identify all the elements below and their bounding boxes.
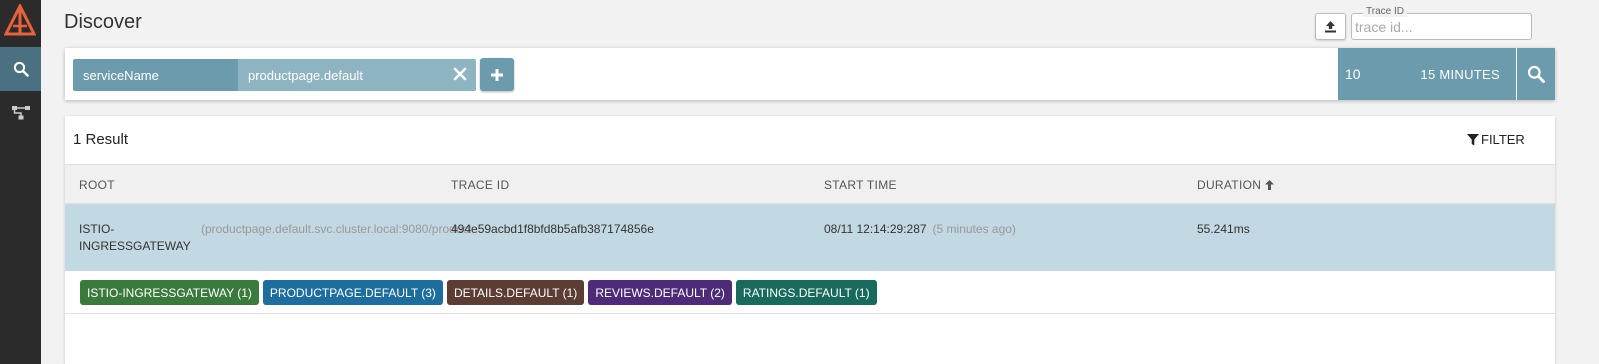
add-tag-button[interactable] [480,58,514,91]
plus-icon [491,68,503,81]
column-trace-id-label: TRACE ID [451,178,510,192]
column-trace-id[interactable]: TRACE ID [451,178,509,192]
main-content: Discover Trace ID serviceName productpag… [41,0,1599,364]
sidebar [0,0,41,364]
sidebar-item-dependencies[interactable] [0,91,41,135]
start-time-relative: (5 minutes ago) [932,222,1016,236]
filter-button[interactable]: FILTER [1467,132,1525,147]
upload-button[interactable] [1315,13,1346,40]
table-row[interactable]: ISTIO-INGRESSGATEWAY (productpage.defaul… [65,204,1555,271]
filter-label: FILTER [1481,132,1525,147]
lookback-select[interactable]: 15 MINUTES [1420,67,1500,82]
table-header: ROOT TRACE ID START TIME DURATION [65,164,1555,204]
sort-ascending-icon [1265,180,1275,190]
query-options: 10 15 MINUTES [1338,48,1516,100]
tag-value-text: productpage.default [248,68,363,83]
filter-icon [1467,133,1479,145]
trace-id-field: Trace ID [1351,6,1532,40]
service-tag[interactable]: REVIEWS.DEFAULT (2) [588,280,732,305]
results-panel: 1 Result FILTER ROOT TRACE ID START TIME… [65,116,1555,364]
column-duration[interactable]: DURATION [1197,178,1275,192]
start-time-absolute: 08/11 12:14:29:287 [824,222,927,236]
service-tag[interactable]: PRODUCTPAGE.DEFAULT (3) [262,280,443,305]
service-tag[interactable]: DETAILS.DEFAULT (1) [446,280,585,305]
root-service: ISTIO-INGRESSGATEWAY [79,222,191,253]
search-icon [1527,65,1545,83]
limit-input[interactable]: 10 [1345,66,1361,82]
duration-cell: 55.241ms [1197,222,1250,236]
tag-key[interactable]: serviceName [73,59,238,91]
upload-icon [1325,21,1336,33]
result-count: 1 Result [73,131,129,148]
search-bar: serviceName productpage.default 10 15 MI… [65,48,1555,100]
tag-value[interactable]: productpage.default [238,59,476,91]
page-title: Discover [64,11,142,33]
search-icon [13,61,29,77]
column-root-label: ROOT [79,178,115,192]
trace-id-cell[interactable]: 494e59acbd1f8bfd8b5afb387174856e [451,222,654,236]
column-duration-label: DURATION [1197,178,1262,192]
sidebar-item-search[interactable] [0,47,41,91]
trace-id-label: Trace ID [1363,6,1407,17]
service-tag[interactable]: RATINGS.DEFAULT (1) [735,280,877,305]
start-time-cell: 08/11 12:14:29:287 (5 minutes ago) [824,222,1016,236]
service-tag-list: ISTIO-INGRESSGATEWAY (1) PRODUCTPAGE.DEFA… [80,280,877,305]
app-logo[interactable] [3,2,37,40]
column-root[interactable]: ROOT [79,178,115,192]
column-start-time-label: START TIME [824,178,897,192]
search-button[interactable] [1517,48,1555,100]
column-start-time[interactable]: START TIME [824,178,897,192]
service-tag[interactable]: ISTIO-INGRESSGATEWAY (1) [80,280,259,305]
close-icon[interactable] [452,66,468,82]
dependencies-icon [11,106,30,120]
logo-icon [3,2,37,36]
trace-id-input[interactable] [1355,17,1527,37]
root-operation: (productpage.default.svc.cluster.local:9… [201,222,471,236]
service-tags-row: ISTIO-INGRESSGATEWAY (1) PRODUCTPAGE.DEFA… [65,271,1555,314]
